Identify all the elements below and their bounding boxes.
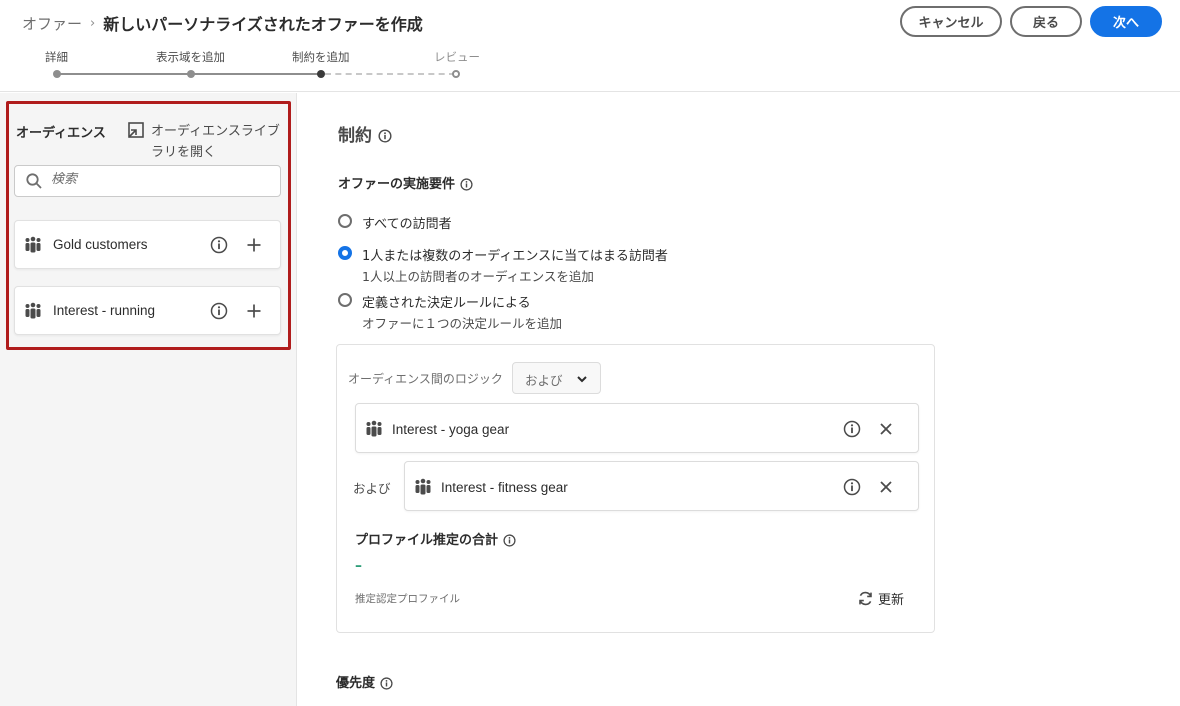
selected-audience-yoga-gear: Interest - yoga gear — [355, 403, 919, 453]
radio-label: すべての訪問者 — [362, 217, 452, 232]
radio-label: 定義された決定ルールによる — [362, 296, 531, 311]
audience-card-interest-running[interactable]: Interest - running — [14, 286, 281, 335]
open-audience-library-link[interactable]: オーディエンスライブラリを開く — [151, 121, 286, 163]
radio-description: 1人以上の訪問者のオーディエンスを追加 — [362, 269, 594, 284]
refresh-icon — [859, 591, 872, 606]
audience-icon — [25, 302, 41, 319]
audience-card-gold-customers[interactable]: Gold customers — [14, 220, 281, 269]
chevron-down-icon — [577, 376, 587, 383]
selected-audience-fitness-gear: Interest - fitness gear — [404, 461, 919, 511]
step-label-review: レビュー — [434, 50, 480, 64]
priority-title-text: 優先度 — [336, 676, 376, 691]
eligibility-title-text: オファーの実施要件 — [338, 177, 456, 192]
audience-name: Interest - fitness gear — [441, 480, 568, 495]
eligibility-title: オファーの実施要件 — [338, 173, 473, 192]
profile-estimate-value: – — [355, 558, 362, 574]
logic-label: オーディエンス間のロジック — [348, 372, 503, 386]
and-operator-label: および — [353, 481, 391, 496]
audience-name: Interest - running — [53, 303, 156, 318]
breadcrumb-root-link[interactable]: オファー — [22, 13, 82, 34]
search-field[interactable] — [14, 165, 281, 197]
profile-estimate-title: プロファイル推定の合計 — [355, 529, 516, 548]
info-icon[interactable] — [210, 302, 228, 320]
close-icon[interactable] — [878, 479, 894, 495]
main-content: 制約 オファーの実施要件 すべての訪問者 1人または複数のオーディエンスに当ては… — [298, 93, 1180, 706]
audiences-sidebar: オーディエンス オーディエンスライブラリを開く Gold customers — [0, 93, 297, 706]
step-label-details: 詳細 — [45, 50, 68, 64]
logic-dropdown-value: および — [525, 373, 563, 388]
priority-title: 優先度 — [336, 672, 393, 691]
audience-logic-panel: オーディエンス間のロジック および Interest - yoga gear お… — [336, 344, 935, 633]
search-icon — [26, 173, 42, 189]
audience-icon — [25, 236, 41, 253]
breadcrumb: オファー › 新しいパーソナライズされたオファーを作成 — [22, 11, 423, 35]
info-icon[interactable] — [378, 129, 392, 143]
radio-label: 1人または複数のオーディエンスに当てはまる訪問者 — [362, 249, 668, 264]
radio-button[interactable] — [338, 214, 352, 228]
step-dot-review[interactable] — [452, 70, 460, 78]
section-title-constraint: 制約 — [338, 121, 392, 146]
info-icon[interactable] — [843, 420, 861, 438]
step-label-add-placement: 表示域を追加 — [156, 50, 225, 64]
close-icon[interactable] — [878, 421, 894, 437]
refresh-button[interactable]: 更新 — [857, 589, 904, 608]
add-icon[interactable] — [245, 236, 263, 254]
step-label-add-constraint: 制約を追加 — [292, 50, 350, 64]
audience-icon — [415, 478, 431, 495]
step-connector — [191, 73, 321, 75]
info-icon[interactable] — [843, 478, 861, 496]
add-icon[interactable] — [245, 302, 263, 320]
radio-button[interactable] — [338, 293, 352, 307]
header-bar: オファー › 新しいパーソナライズされたオファーを作成 キャンセル 戻る 次へ … — [0, 0, 1180, 92]
info-icon[interactable] — [210, 236, 228, 254]
step-connector — [57, 73, 191, 75]
next-button[interactable]: 次へ — [1090, 6, 1162, 37]
constraint-title-text: 制約 — [338, 126, 372, 146]
audience-name: Interest - yoga gear — [392, 422, 510, 437]
step-dot-add-constraint[interactable] — [317, 70, 325, 78]
radio-description: オファーに１つの決定ルールを追加 — [362, 316, 563, 331]
audience-name: Gold customers — [53, 237, 148, 252]
step-connector-pending — [325, 73, 455, 75]
info-icon[interactable] — [502, 534, 516, 547]
open-library-icon[interactable] — [127, 121, 145, 139]
info-icon[interactable] — [379, 677, 393, 690]
step-dot-details[interactable] — [53, 70, 61, 78]
sidebar-title: オーディエンス — [16, 126, 106, 141]
radio-button-selected[interactable] — [338, 246, 352, 260]
info-icon[interactable] — [459, 178, 473, 191]
search-input[interactable] — [51, 172, 271, 187]
refresh-label: 更新 — [878, 593, 905, 608]
back-button[interactable]: 戻る — [1010, 6, 1082, 37]
profile-estimate-caption: 推定認定プロファイル — [355, 593, 460, 605]
logic-dropdown[interactable]: および — [512, 362, 601, 394]
profile-estimate-title-text: プロファイル推定の合計 — [355, 533, 499, 548]
cancel-button[interactable]: キャンセル — [900, 6, 1002, 37]
step-dot-add-placement[interactable] — [187, 70, 195, 78]
page-title: 新しいパーソナライズされたオファーを作成 — [103, 15, 423, 34]
audience-icon — [366, 420, 382, 437]
chevron-right-icon: › — [90, 15, 96, 31]
